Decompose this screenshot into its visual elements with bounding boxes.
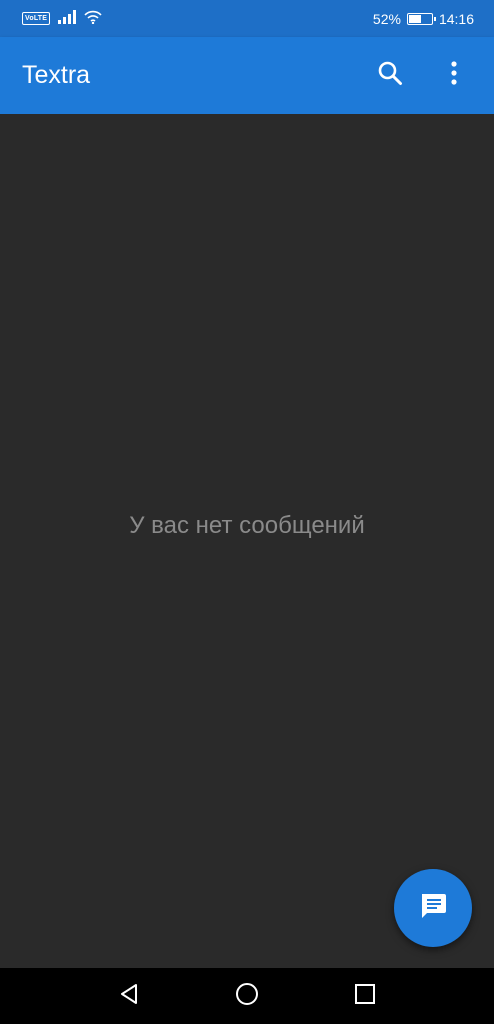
new-message-button[interactable]: [394, 869, 472, 947]
empty-message: У вас нет сообщений: [129, 512, 365, 539]
status-left: VoLTE: [22, 10, 102, 27]
battery-percent: 52%: [372, 10, 401, 27]
clock: 14:16: [438, 10, 474, 27]
battery-charging-icon: [406, 12, 436, 25]
home-button[interactable]: [225, 974, 269, 1018]
app-actions: [370, 56, 474, 96]
status-bar: VoLTE 52% 14:16: [0, 0, 494, 37]
recents-button[interactable]: [343, 974, 387, 1018]
back-icon: [117, 982, 141, 1011]
signal-icon: [58, 10, 77, 27]
battery-level: [408, 14, 422, 23]
more-vert-icon: [450, 60, 458, 91]
conversation-list-empty: У вас нет сообщений: [0, 114, 494, 968]
search-icon: [377, 60, 403, 91]
app-title: Textra: [22, 61, 91, 89]
system-nav-bar: [0, 968, 494, 1024]
app-bar: Textra: [0, 37, 494, 114]
more-options-button[interactable]: [434, 56, 474, 96]
status-right: 52% 14:16: [373, 11, 474, 27]
home-icon: [234, 981, 260, 1012]
wifi-icon: [84, 10, 102, 27]
back-button[interactable]: [107, 974, 151, 1018]
volte-icon: VoLTE: [22, 12, 51, 25]
recents-icon: [354, 983, 376, 1010]
search-button[interactable]: [370, 56, 410, 96]
new-message-icon: [418, 891, 448, 926]
